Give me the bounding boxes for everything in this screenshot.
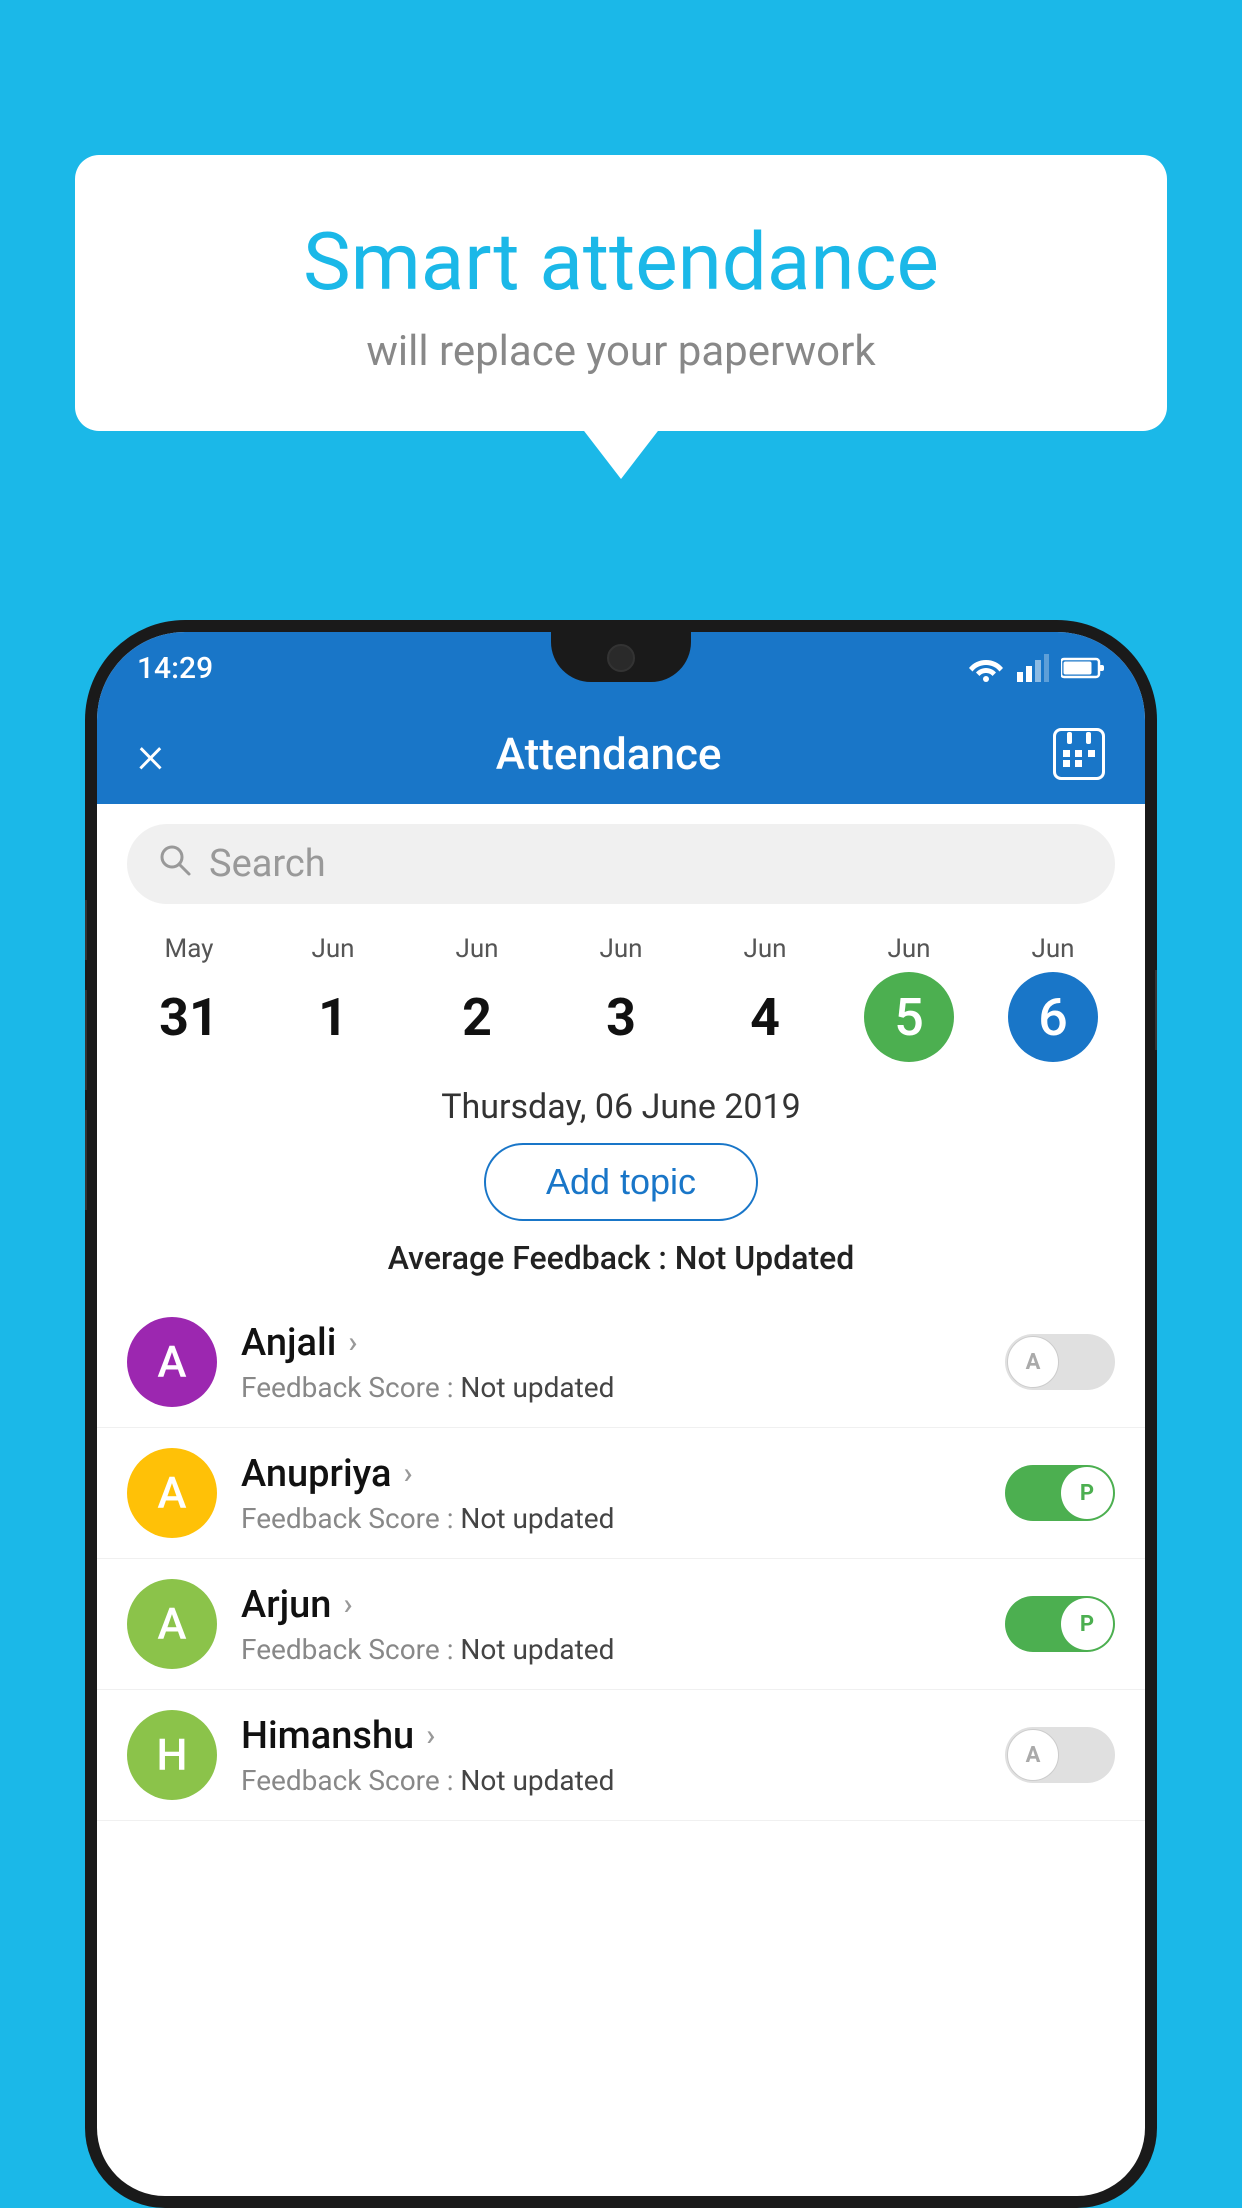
date-cell-1[interactable]: Jun 1 [261, 934, 405, 1062]
date-month: Jun [837, 934, 981, 964]
student-avatar: A [127, 1317, 217, 1407]
signal-icon [1017, 654, 1049, 682]
avg-feedback-value: Not Updated [675, 1239, 855, 1277]
date-cell-3[interactable]: Jun 3 [549, 934, 693, 1062]
attendance-toggle[interactable]: A [1005, 1727, 1115, 1783]
avg-feedback: Average Feedback : Not Updated [97, 1239, 1145, 1277]
student-info: Himanshu › Feedback Score : Not updated [241, 1714, 981, 1797]
app-bar: × Attendance [97, 704, 1145, 804]
app-bar-title: Attendance [164, 728, 1053, 780]
date-cell-6[interactable]: Jun 6 [981, 934, 1125, 1062]
close-button[interactable]: × [137, 724, 164, 785]
student-info: Arjun › Feedback Score : Not updated [241, 1583, 981, 1666]
student-list: A Anjali › Feedback Score : Not updated … [97, 1287, 1145, 1831]
student-feedback: Feedback Score : Not updated [241, 1633, 981, 1666]
student-feedback: Feedback Score : Not updated [241, 1502, 981, 1535]
date-day: 5 [864, 972, 954, 1062]
chevron-right-icon: › [348, 1325, 357, 1360]
avg-feedback-label: Average Feedback : [388, 1239, 667, 1277]
student-feedback: Feedback Score : Not updated [241, 1371, 981, 1404]
speech-bubble: Smart attendance will replace your paper… [75, 155, 1167, 431]
student-feedback: Feedback Score : Not updated [241, 1764, 981, 1797]
volume-down-button [85, 990, 87, 1090]
student-item-3[interactable]: H Himanshu › Feedback Score : Not update… [97, 1690, 1145, 1821]
speech-bubble-container: Smart attendance will replace your paper… [75, 155, 1167, 431]
attendance-toggle[interactable]: P [1005, 1465, 1115, 1521]
bubble-subtitle: will replace your paperwork [115, 327, 1127, 376]
attendance-toggle[interactable]: A [1005, 1334, 1115, 1390]
date-month: Jun [981, 934, 1125, 964]
date-month: May [117, 934, 261, 964]
date-month: Jun [261, 934, 405, 964]
wifi-icon [967, 654, 1005, 682]
date-day: 4 [720, 972, 810, 1062]
chevron-right-icon: › [343, 1587, 352, 1622]
power-button [1155, 970, 1157, 1050]
student-name: Anupriya › [241, 1452, 981, 1496]
student-name: Himanshu › [241, 1714, 981, 1758]
bubble-title: Smart attendance [115, 215, 1127, 309]
date-cell-2[interactable]: Jun 2 [405, 934, 549, 1062]
date-month: Jun [549, 934, 693, 964]
date-day: 3 [576, 972, 666, 1062]
chevron-right-icon: › [426, 1718, 435, 1753]
date-month: Jun [405, 934, 549, 964]
date-cell-5[interactable]: Jun 5 [837, 934, 981, 1062]
add-topic-button[interactable]: Add topic [484, 1143, 758, 1221]
status-icons [967, 654, 1105, 682]
battery-icon [1061, 656, 1105, 680]
date-cell-0[interactable]: May 31 [117, 934, 261, 1062]
app-content: Search May 31 Jun 1 Jun 2 Jun 3 Jun 4 Ju… [97, 804, 1145, 1831]
silent-button [85, 1110, 87, 1210]
student-info: Anjali › Feedback Score : Not updated [241, 1321, 981, 1404]
search-icon [157, 842, 193, 887]
camera [607, 644, 635, 672]
attendance-toggle[interactable]: P [1005, 1596, 1115, 1652]
date-month: Jun [693, 934, 837, 964]
status-time: 14:29 [137, 651, 213, 686]
student-name: Arjun › [241, 1583, 981, 1627]
student-avatar: A [127, 1448, 217, 1538]
chevron-right-icon: › [403, 1456, 412, 1491]
phone-screen: 14:29 [97, 632, 1145, 2196]
date-day: 2 [432, 972, 522, 1062]
student-item-2[interactable]: A Arjun › Feedback Score : Not updated P [97, 1559, 1145, 1690]
selected-date-label: Thursday, 06 June 2019 [97, 1087, 1145, 1127]
search-bar[interactable]: Search [127, 824, 1115, 904]
date-day: 1 [288, 972, 378, 1062]
date-cell-4[interactable]: Jun 4 [693, 934, 837, 1062]
student-item-1[interactable]: A Anupriya › Feedback Score : Not update… [97, 1428, 1145, 1559]
student-item-0[interactable]: A Anjali › Feedback Score : Not updated … [97, 1297, 1145, 1428]
calendar-button[interactable] [1053, 728, 1105, 780]
student-info: Anupriya › Feedback Score : Not updated [241, 1452, 981, 1535]
student-name: Anjali › [241, 1321, 981, 1365]
date-day: 6 [1008, 972, 1098, 1062]
volume-up-button [85, 900, 87, 960]
student-avatar: A [127, 1579, 217, 1669]
student-avatar: H [127, 1710, 217, 1800]
notch [551, 632, 691, 682]
phone-frame: 14:29 [85, 620, 1157, 2208]
date-day: 31 [144, 972, 234, 1062]
date-strip: May 31 Jun 1 Jun 2 Jun 3 Jun 4 Jun 5 Jun… [97, 924, 1145, 1067]
search-placeholder: Search [209, 842, 326, 886]
